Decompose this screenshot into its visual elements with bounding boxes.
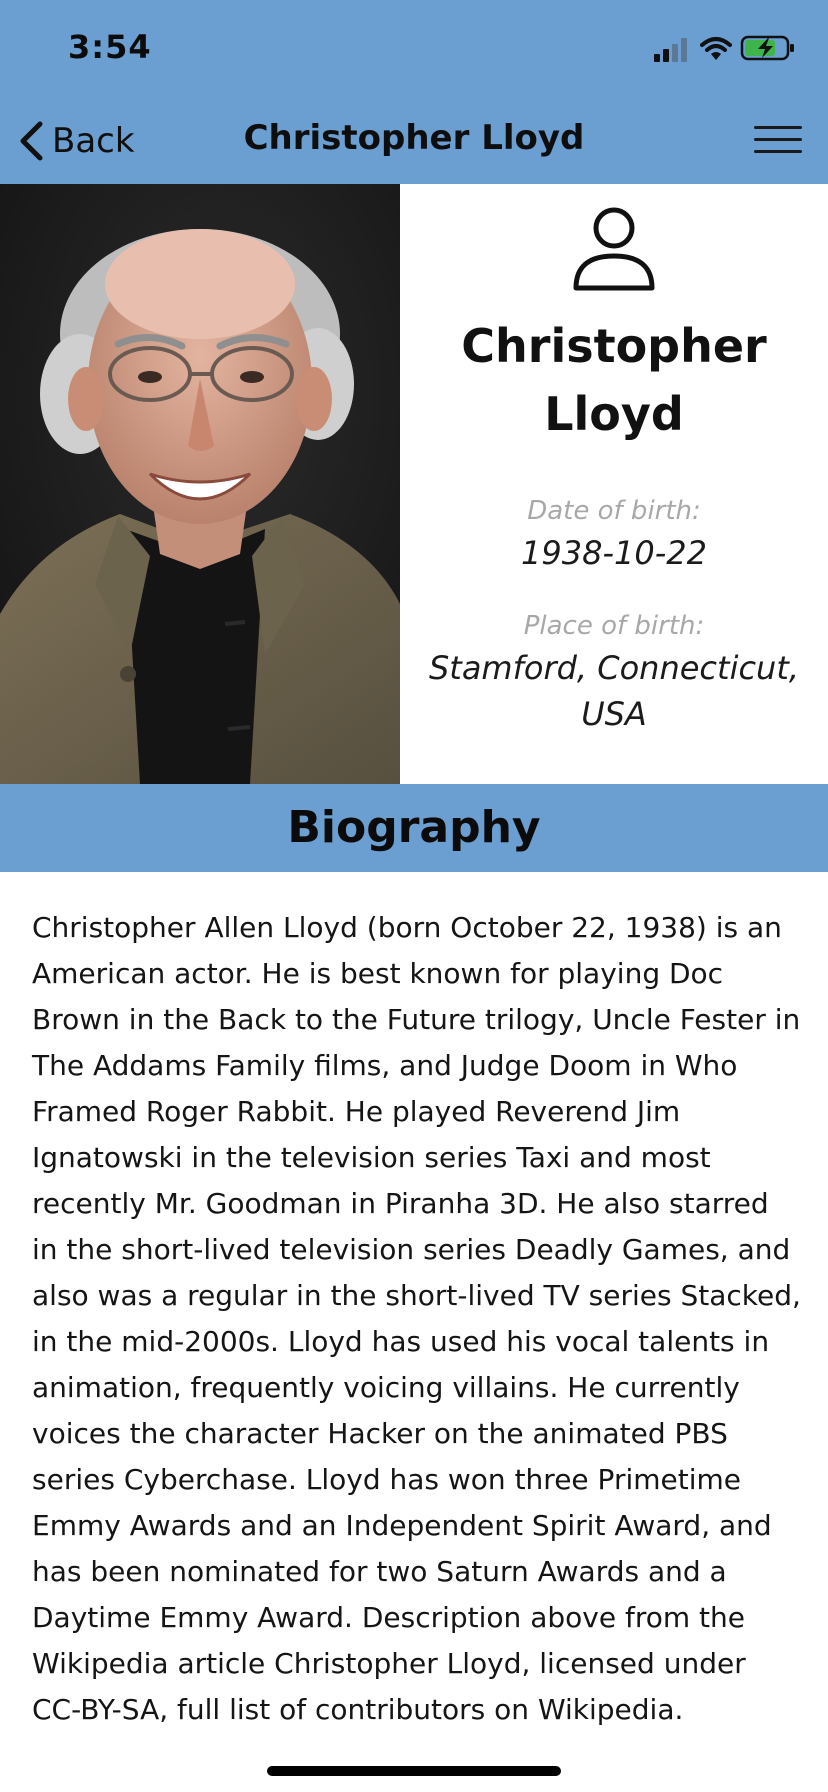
person-name-line2: Lloyd xyxy=(544,387,684,441)
cellular-signal-icon xyxy=(654,38,687,62)
wifi-icon xyxy=(700,37,732,60)
app-header: 3:54 Back Christopher Lloyd xyxy=(0,0,828,184)
menu-button[interactable] xyxy=(754,124,804,156)
pob-value: Stamford, Connecticut, USA xyxy=(420,645,808,737)
person-info-panel: Christopher Lloyd Date of birth: 1938-10… xyxy=(400,184,828,784)
home-indicator[interactable] xyxy=(267,1766,561,1776)
pob-value-line1: Stamford, Connecticut, xyxy=(428,649,800,687)
pob-value-line2: USA xyxy=(581,695,647,733)
status-time: 3:54 xyxy=(68,28,152,66)
page-title: Christopher Lloyd xyxy=(243,118,585,158)
biography-text: Christopher Allen Lloyd (born October 22… xyxy=(32,911,801,1726)
hamburger-menu-icon xyxy=(754,126,802,129)
biography-header: Biography xyxy=(0,784,828,872)
status-icons xyxy=(654,34,796,64)
person-name: Christopher Lloyd xyxy=(400,312,828,448)
portrait-image xyxy=(0,184,400,784)
battery-charging-icon xyxy=(740,35,794,61)
dob-value: 1938-10-22 xyxy=(521,534,707,572)
dob-label: Date of birth: xyxy=(527,496,701,526)
person-icon xyxy=(573,207,655,291)
biography-heading: Biography xyxy=(287,802,541,853)
pob-label: Place of birth: xyxy=(523,611,705,641)
person-name-line1: Christopher xyxy=(461,319,767,373)
person-photo xyxy=(0,184,400,784)
